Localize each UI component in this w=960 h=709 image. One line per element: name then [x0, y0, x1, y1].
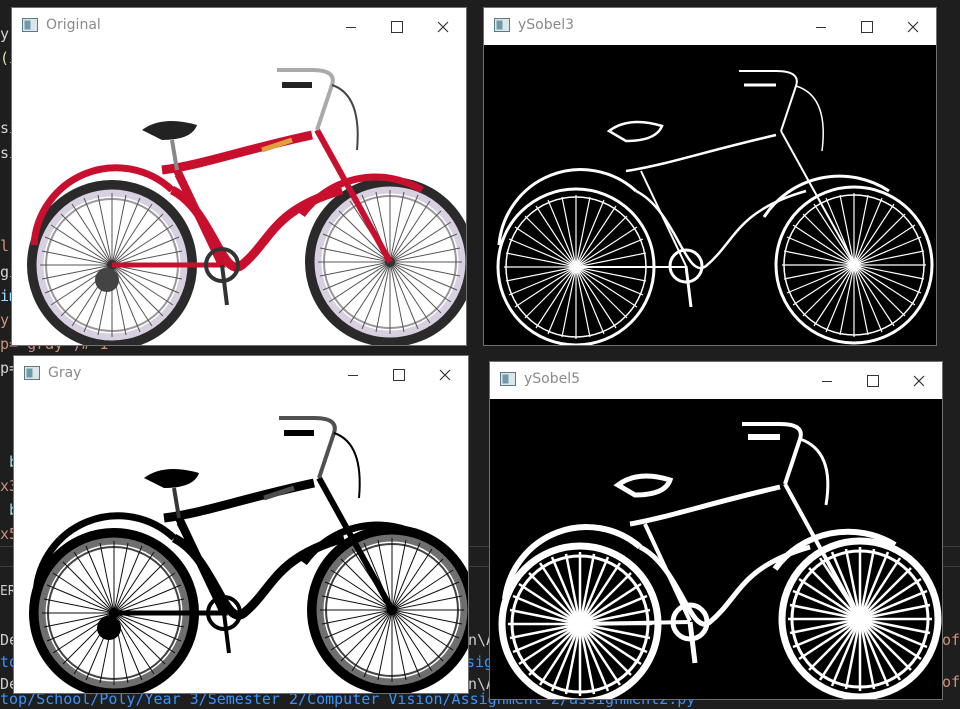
title-bar[interactable]: Gray	[14, 356, 468, 393]
minimize-icon	[816, 26, 826, 28]
title-bar[interactable]: Original	[12, 8, 466, 45]
terminal-line: of	[942, 673, 960, 691]
close-button[interactable]	[422, 356, 468, 393]
maximize-icon	[391, 20, 403, 33]
maximize-icon	[867, 374, 879, 387]
close-icon	[913, 375, 925, 386]
close-icon	[439, 369, 451, 380]
image-canvas	[14, 393, 468, 693]
close-icon	[437, 21, 449, 32]
minimize-icon	[822, 380, 832, 382]
window-title: Original	[46, 17, 101, 33]
window-title: Gray	[48, 365, 82, 381]
code-fragment: y	[0, 25, 10, 43]
sobel-edge-image-k5	[490, 399, 942, 699]
maximize-button[interactable]	[844, 8, 890, 45]
window-title: ySobel3	[518, 17, 575, 33]
minimize-button[interactable]	[804, 362, 850, 399]
bicycle-color-image	[12, 45, 466, 345]
maximize-button[interactable]	[374, 8, 420, 45]
close-icon	[907, 21, 919, 32]
maximize-icon	[393, 368, 405, 381]
terminal-line: of	[942, 631, 960, 649]
close-button[interactable]	[896, 362, 942, 399]
sobel-edge-image-k3	[484, 45, 936, 345]
opencv-window-icon	[24, 366, 40, 380]
opencv-window-icon	[494, 18, 510, 32]
image-canvas	[12, 45, 466, 345]
window-title: ySobel5	[524, 371, 581, 387]
minimize-icon	[348, 374, 358, 376]
window-ysobel3[interactable]: ySobel3	[484, 8, 936, 345]
window-original[interactable]: Original	[12, 8, 466, 345]
minimize-button[interactable]	[798, 8, 844, 45]
image-canvas	[484, 45, 936, 345]
minimize-button[interactable]	[328, 8, 374, 45]
minimize-icon	[346, 26, 356, 28]
maximize-button[interactable]	[376, 356, 422, 393]
opencv-window-icon	[500, 372, 516, 386]
bicycle-gray-image	[14, 393, 468, 693]
close-button[interactable]	[420, 8, 466, 45]
title-bar[interactable]: ySobel5	[490, 362, 942, 399]
minimize-button[interactable]	[330, 356, 376, 393]
window-ysobel5[interactable]: ySobel5	[490, 362, 942, 699]
opencv-window-icon	[22, 18, 38, 32]
title-bar[interactable]: ySobel3	[484, 8, 936, 45]
close-button[interactable]	[890, 8, 936, 45]
maximize-icon	[861, 20, 873, 33]
maximize-button[interactable]	[850, 362, 896, 399]
image-canvas	[490, 399, 942, 699]
window-gray[interactable]: Gray	[14, 356, 468, 693]
